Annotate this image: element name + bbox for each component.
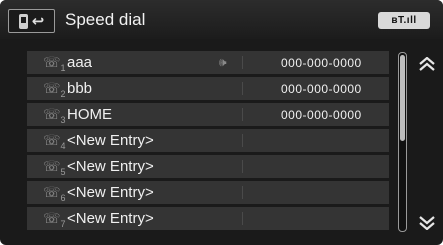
column-divider bbox=[242, 56, 243, 69]
entry-name: <New Entry> bbox=[67, 210, 154, 227]
handset-icon: ☏1 bbox=[43, 54, 66, 73]
bluetooth-signal-status: ʙT.ıll bbox=[378, 12, 430, 29]
phone-menu-icon bbox=[18, 13, 28, 29]
scroll-down-button[interactable] bbox=[418, 216, 436, 231]
header-bar: ↩ Speed dial ʙT.ıll bbox=[0, 0, 443, 39]
entry-name: aaa bbox=[67, 54, 93, 71]
handset-icon: ☏7 bbox=[43, 210, 66, 229]
entry-number: 000-000-0000 bbox=[281, 56, 362, 70]
entry-name: bbb bbox=[67, 80, 93, 97]
column-divider bbox=[242, 82, 243, 95]
speed-dial-row-1[interactable]: ☏1 aaa 🕪 000-000-0000 bbox=[27, 51, 389, 74]
speed-dial-row-4[interactable]: ☏4 <New Entry> bbox=[27, 129, 389, 152]
entry-number: 000-000-0000 bbox=[281, 108, 362, 122]
handset-icon: ☏6 bbox=[43, 184, 66, 203]
scrollbar[interactable] bbox=[398, 52, 407, 232]
back-icon: ↩ bbox=[31, 12, 45, 30]
column-divider bbox=[242, 186, 243, 199]
column-divider bbox=[242, 108, 243, 121]
speed-dial-list: ☏1 aaa 🕪 000-000-0000 ☏2 bbb 000-000-000… bbox=[27, 51, 389, 233]
speed-dial-row-2[interactable]: ☏2 bbb 000-000-0000 bbox=[27, 77, 389, 100]
double-chevron-up-icon bbox=[419, 56, 435, 71]
entry-number: 000-000-0000 bbox=[281, 82, 362, 96]
voice-tag-icon: 🕪 bbox=[219, 55, 227, 69]
handset-icon: ☏3 bbox=[43, 106, 66, 125]
column-divider bbox=[242, 134, 243, 147]
double-chevron-down-icon bbox=[419, 216, 435, 231]
handset-icon: ☏2 bbox=[43, 80, 66, 99]
column-divider bbox=[242, 160, 243, 173]
speed-dial-screen: ↩ Speed dial ʙT.ıll ☏1 aaa 🕪 000-000-000… bbox=[0, 0, 443, 245]
entry-name: <New Entry> bbox=[67, 184, 154, 201]
speed-dial-row-7[interactable]: ☏7 <New Entry> bbox=[27, 207, 389, 230]
scrollbar-thumb[interactable] bbox=[400, 55, 405, 141]
phone-menu-back-button[interactable]: ↩ bbox=[8, 9, 55, 33]
entry-name: HOME bbox=[67, 106, 112, 123]
scroll-up-button[interactable] bbox=[418, 56, 436, 71]
handset-icon: ☏4 bbox=[43, 132, 66, 151]
speed-dial-row-3[interactable]: ☏3 HOME 000-000-0000 bbox=[27, 103, 389, 126]
entry-name: <New Entry> bbox=[67, 158, 154, 175]
handset-icon: ☏5 bbox=[43, 158, 66, 177]
column-divider bbox=[242, 212, 243, 225]
entry-name: <New Entry> bbox=[67, 132, 154, 149]
speed-dial-row-6[interactable]: ☏6 <New Entry> bbox=[27, 181, 389, 204]
speed-dial-row-5[interactable]: ☏5 <New Entry> bbox=[27, 155, 389, 178]
page-title: Speed dial bbox=[65, 10, 146, 29]
